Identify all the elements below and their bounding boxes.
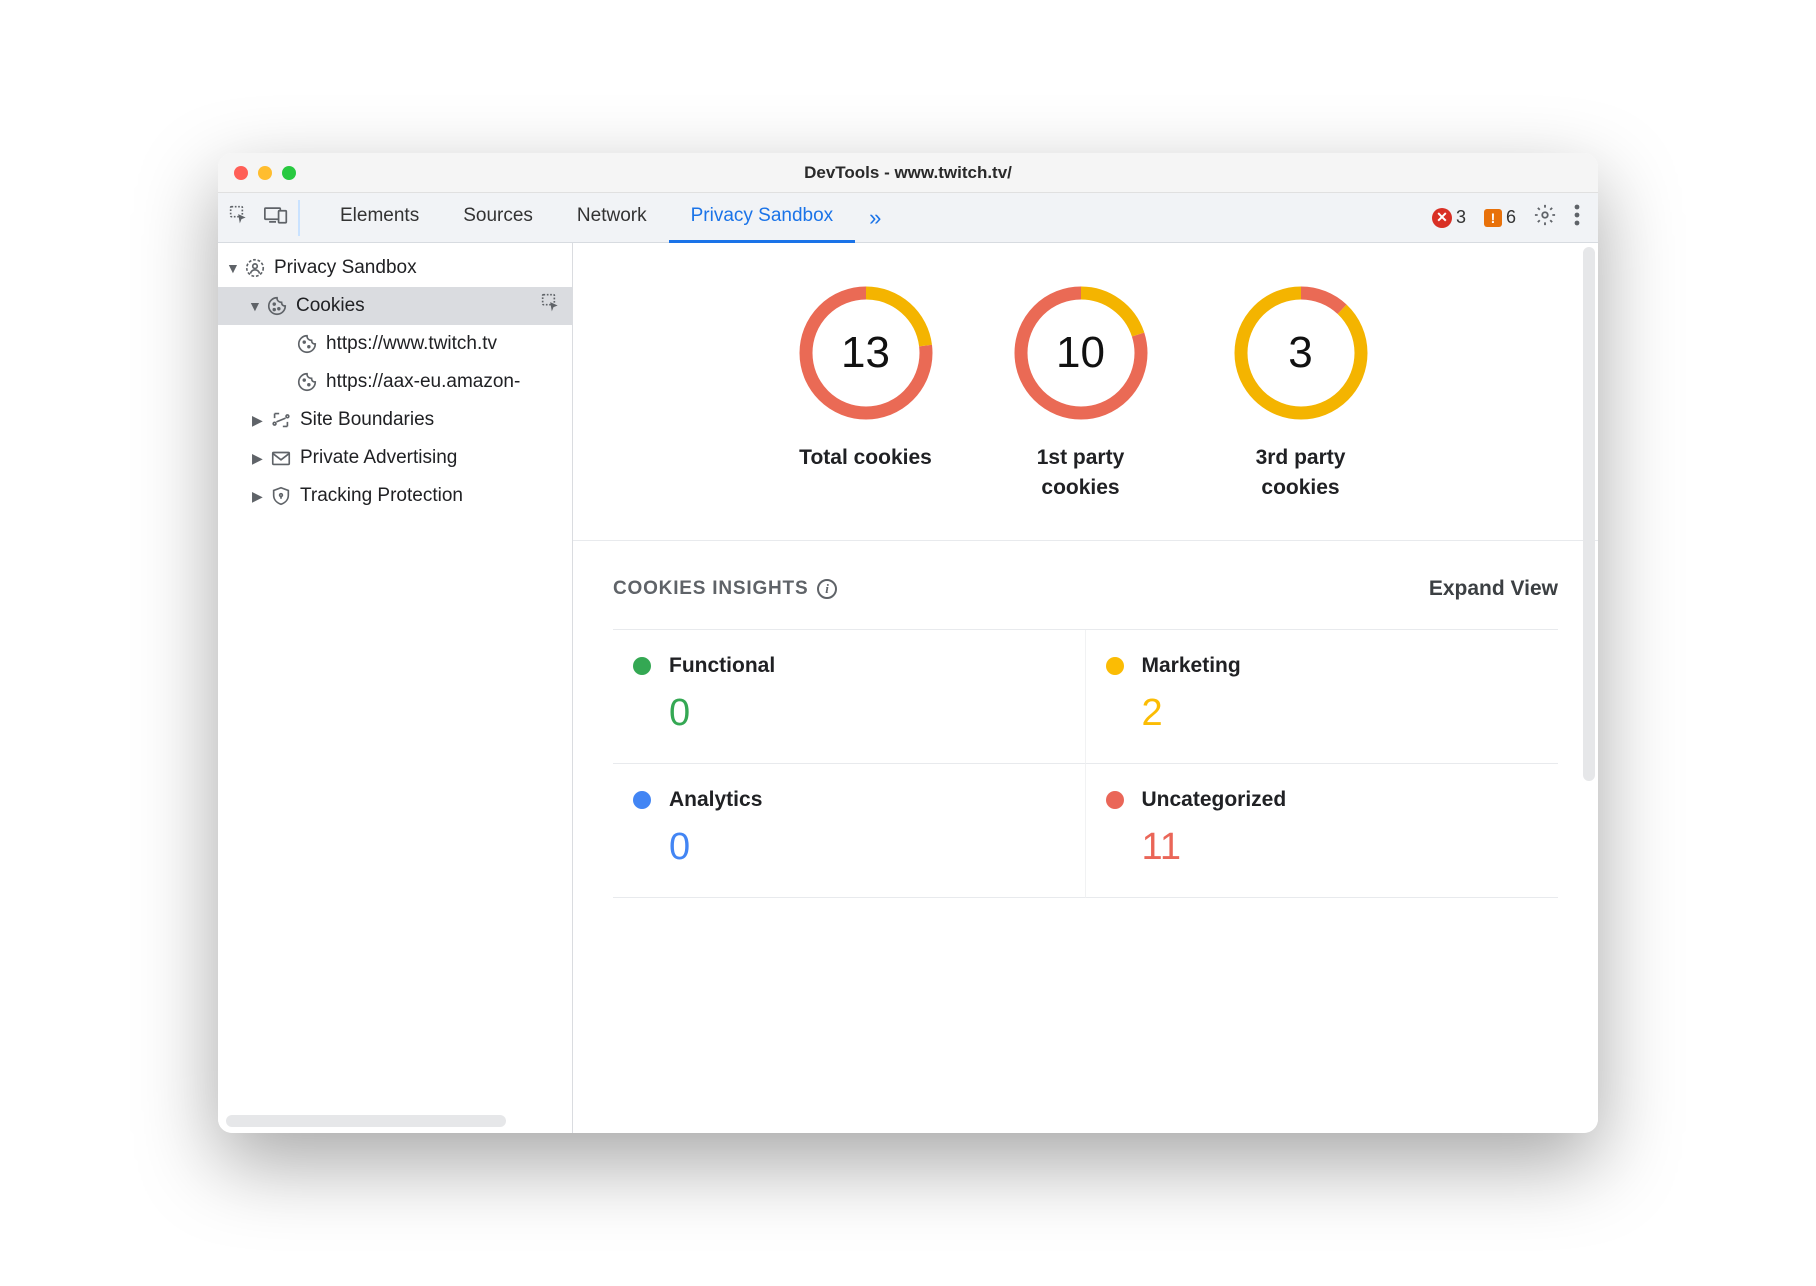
cookies-insights: COOKIES INSIGHTS i Expand View Functiona… — [573, 541, 1598, 918]
insight-count: 11 — [1142, 826, 1539, 869]
sidebar-horizontal-scrollbar[interactable] — [226, 1115, 506, 1127]
sidebar-item-label: Privacy Sandbox — [274, 257, 417, 279]
device-toggle-icon[interactable] — [264, 205, 288, 230]
insight-cell[interactable]: Analytics 0 — [613, 764, 1086, 898]
insight-cell[interactable]: Marketing 2 — [1086, 630, 1559, 764]
settings-icon[interactable] — [1534, 204, 1556, 231]
cookie-icon — [266, 295, 288, 317]
tabs-overflow-button[interactable]: » — [855, 205, 895, 231]
error-icon: ✕ — [1432, 208, 1452, 228]
category-dot-icon — [633, 791, 651, 809]
insight-header: Marketing — [1106, 654, 1539, 678]
summary-label: Total cookies — [799, 443, 932, 473]
warning-icon: ! — [1484, 209, 1502, 227]
toolbar-left-icons — [228, 200, 300, 236]
insight-cell[interactable]: Uncategorized 11 — [1086, 764, 1559, 898]
inspect-element-icon[interactable] — [228, 205, 250, 230]
tab-network[interactable]: Network — [555, 193, 669, 243]
summary-ring: 10 — [1011, 283, 1151, 423]
sidebar-item-privacy-sandbox[interactable]: ▼ Privacy Sandbox — [218, 249, 572, 287]
warnings-count: 6 — [1506, 207, 1516, 228]
tab-sources[interactable]: Sources — [441, 193, 555, 243]
sidebar: ▼ Privacy Sandbox ▼ Cookies — [218, 243, 573, 1133]
chevron-down-icon: ▼ — [248, 298, 262, 314]
insights-header: COOKIES INSIGHTS i Expand View — [613, 577, 1558, 601]
sidebar-item-cookies[interactable]: ▼ Cookies — [218, 287, 572, 325]
summary-value: 3 — [1231, 283, 1371, 423]
tab-elements[interactable]: Elements — [318, 193, 441, 243]
chevron-down-icon: ▼ — [226, 260, 240, 276]
insights-title-text: COOKIES INSIGHTS — [613, 578, 808, 600]
sidebar-item-private-advertising[interactable]: ▶ Private Advertising — [218, 439, 572, 477]
sidebar-item-label: Site Boundaries — [300, 409, 434, 431]
insight-label: Marketing — [1142, 654, 1241, 678]
summary-item: 10 1st party cookies — [1006, 283, 1156, 504]
shield-icon — [270, 485, 292, 507]
insight-header: Analytics — [633, 788, 1065, 812]
insight-label: Functional — [669, 654, 775, 678]
toolbar: Elements Sources Network Privacy Sandbox… — [218, 193, 1598, 243]
vertical-scrollbar[interactable] — [1583, 247, 1595, 781]
category-dot-icon — [1106, 791, 1124, 809]
filter-icon[interactable] — [540, 293, 562, 319]
insight-label: Uncategorized — [1142, 788, 1287, 812]
summary-item: 13 Total cookies — [796, 283, 936, 504]
toolbar-right: ✕ 3 ! 6 — [1432, 204, 1588, 231]
insight-header: Functional — [633, 654, 1065, 678]
summary-ring: 3 — [1231, 283, 1371, 423]
sidebar-item-label: Private Advertising — [300, 447, 457, 469]
sidebar-item-label: Tracking Protection — [300, 485, 463, 507]
info-icon[interactable]: i — [817, 579, 837, 599]
category-dot-icon — [1106, 657, 1124, 675]
main-panel: 13 Total cookies 10 1st party cookies 3 3rd p… — [573, 243, 1598, 1133]
errors-count: 3 — [1456, 207, 1466, 228]
insight-header: Uncategorized — [1106, 788, 1539, 812]
tab-privacy-sandbox[interactable]: Privacy Sandbox — [669, 193, 856, 243]
chevron-right-icon: ▶ — [252, 488, 266, 505]
body: ▼ Privacy Sandbox ▼ Cookies — [218, 243, 1598, 1133]
summary-value: 13 — [796, 283, 936, 423]
devtools-window: DevTools - www.twitch.tv/ Elements Sourc… — [218, 153, 1598, 1133]
summary-label: 3rd party cookies — [1226, 443, 1376, 504]
sidebar-item-tracking-protection[interactable]: ▶ Tracking Protection — [218, 477, 572, 515]
cookie-summary-row: 13 Total cookies 10 1st party cookies 3 3rd p… — [573, 243, 1598, 541]
sidebar-item-label: Cookies — [296, 295, 365, 317]
cookie-icon — [296, 371, 318, 393]
warnings-badge[interactable]: ! 6 — [1484, 207, 1516, 228]
privacy-sandbox-icon — [244, 257, 266, 279]
sidebar-item-label: https://www.twitch.tv — [326, 333, 497, 355]
summary-value: 10 — [1011, 283, 1151, 423]
site-boundaries-icon — [270, 409, 292, 431]
sidebar-item-site-boundaries[interactable]: ▶ Site Boundaries — [218, 401, 572, 439]
chevron-right-icon: ▶ — [252, 450, 266, 467]
sidebar-item-cookie-origin[interactable]: https://aax-eu.amazon- — [218, 363, 572, 401]
insight-count: 0 — [669, 826, 1065, 869]
sidebar-item-label: https://aax-eu.amazon- — [326, 371, 520, 393]
chevron-right-icon: ▶ — [252, 412, 266, 429]
summary-item: 3 3rd party cookies — [1226, 283, 1376, 504]
insight-cell[interactable]: Functional 0 — [613, 630, 1086, 764]
titlebar: DevTools - www.twitch.tv/ — [218, 153, 1598, 193]
expand-view-button[interactable]: Expand View — [1429, 577, 1558, 601]
insight-label: Analytics — [669, 788, 762, 812]
mail-icon — [270, 447, 292, 469]
errors-badge[interactable]: ✕ 3 — [1432, 207, 1466, 228]
sidebar-item-cookie-origin[interactable]: https://www.twitch.tv — [218, 325, 572, 363]
summary-label: 1st party cookies — [1006, 443, 1156, 504]
insights-grid: Functional 0 Marketing 2 Analytics 0 Uncategor… — [613, 629, 1558, 898]
cookie-icon — [296, 333, 318, 355]
insights-title: COOKIES INSIGHTS i — [613, 578, 837, 600]
summary-ring: 13 — [796, 283, 936, 423]
kebab-menu-icon[interactable] — [1574, 204, 1580, 231]
window-title: DevTools - www.twitch.tv/ — [218, 163, 1598, 183]
insight-count: 0 — [669, 692, 1065, 735]
insight-count: 2 — [1142, 692, 1539, 735]
tabs: Elements Sources Network Privacy Sandbox… — [318, 193, 1432, 243]
category-dot-icon — [633, 657, 651, 675]
